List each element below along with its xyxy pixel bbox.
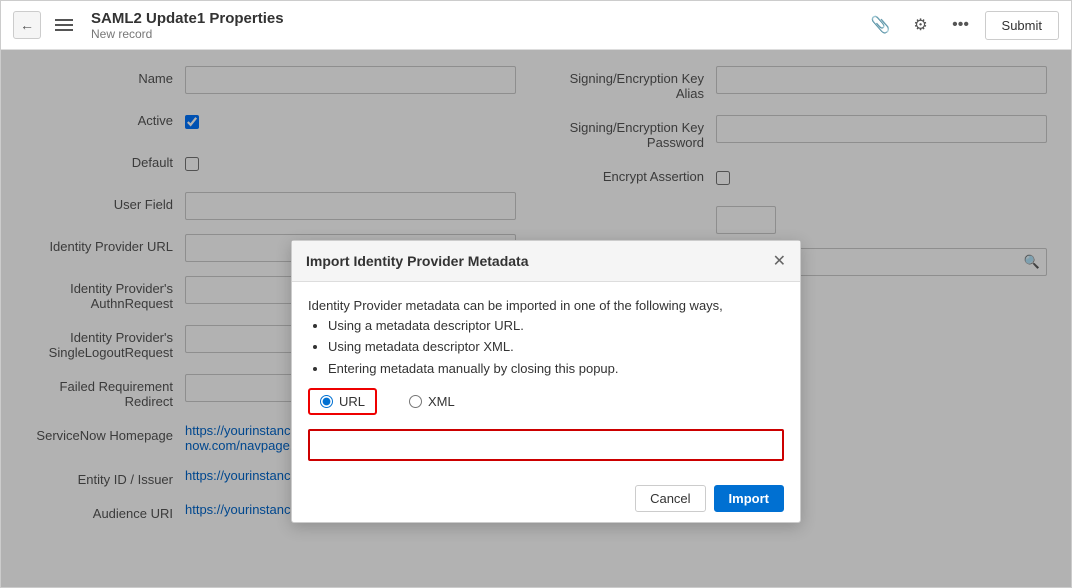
- bullet-3: Entering metadata manually by closing th…: [328, 359, 784, 379]
- bullet-1: Using a metadata descriptor URL.: [328, 316, 784, 336]
- header: ← SAML2 Update1 Properties New record 📎 …: [1, 1, 1071, 50]
- import-metadata-modal: Import Identity Provider Metadata ✕ Iden…: [291, 240, 801, 523]
- main-content: Name Active: [1, 50, 1071, 587]
- settings-icon[interactable]: ⚙: [905, 9, 937, 41]
- back-button[interactable]: ←: [13, 11, 41, 39]
- radio-url-label: URL: [339, 394, 365, 409]
- modal-radio-group: URL XML: [308, 388, 784, 415]
- modal-bullets: Using a metadata descriptor URL. Using m…: [328, 316, 784, 379]
- cancel-button[interactable]: Cancel: [635, 485, 705, 512]
- modal-footer: Cancel Import: [292, 475, 800, 522]
- import-button[interactable]: Import: [714, 485, 784, 512]
- radio-xml[interactable]: [409, 395, 422, 408]
- modal-description-text: Identity Provider metadata can be import…: [308, 298, 723, 313]
- app-container: ← SAML2 Update1 Properties New record 📎 …: [0, 0, 1072, 588]
- modal-overlay: Import Identity Provider Metadata ✕ Iden…: [1, 50, 1071, 587]
- radio-xml-label: XML: [428, 394, 455, 409]
- more-options-icon[interactable]: •••: [945, 9, 977, 41]
- modal-title: Import Identity Provider Metadata: [306, 253, 528, 269]
- modal-url-input[interactable]: [308, 429, 784, 461]
- header-right: 📎 ⚙ ••• Submit: [865, 9, 1059, 41]
- radio-url[interactable]: [320, 395, 333, 408]
- bullet-2: Using metadata descriptor XML.: [328, 337, 784, 357]
- hamburger-icon[interactable]: [51, 15, 77, 35]
- radio-xml-option[interactable]: XML: [397, 388, 467, 415]
- header-title: SAML2 Update1 Properties New record: [91, 10, 284, 41]
- modal-close-button[interactable]: ✕: [773, 251, 786, 271]
- modal-body: Identity Provider metadata can be import…: [292, 282, 800, 475]
- page-title: SAML2 Update1 Properties: [91, 10, 284, 27]
- attachment-icon[interactable]: 📎: [865, 9, 897, 41]
- modal-description: Identity Provider metadata can be import…: [308, 296, 784, 378]
- submit-button[interactable]: Submit: [985, 11, 1059, 40]
- page-subtitle: New record: [91, 27, 284, 41]
- modal-header: Import Identity Provider Metadata ✕: [292, 241, 800, 282]
- radio-url-option[interactable]: URL: [308, 388, 377, 415]
- header-left: ← SAML2 Update1 Properties New record: [13, 10, 284, 41]
